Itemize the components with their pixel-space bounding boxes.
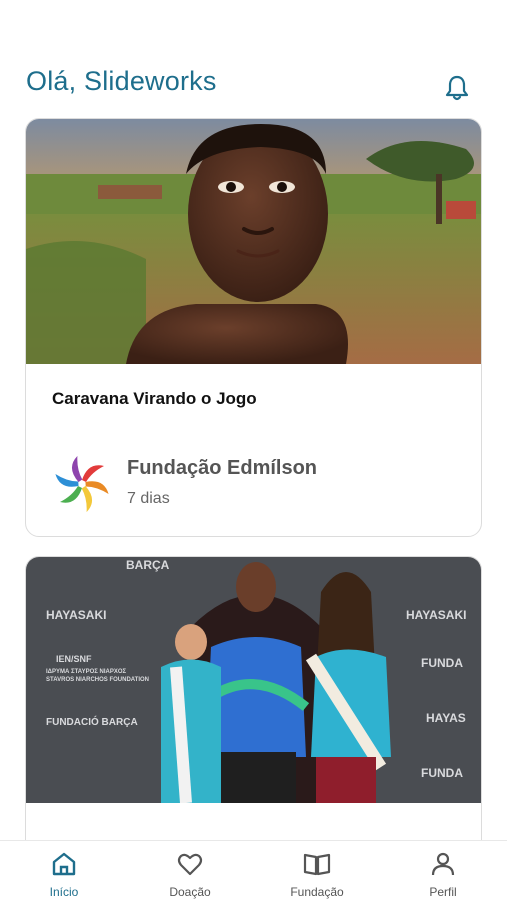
bottom-tab-bar: Início Doação Fundação Perfil (0, 840, 507, 900)
organization-logo (55, 456, 109, 512)
bell-icon[interactable] (444, 74, 470, 102)
header: Olá, Slideworks (0, 0, 507, 112)
greeting-title: Olá, Slideworks (26, 66, 217, 96)
svg-text:FUNDA: FUNDA (421, 766, 463, 780)
backdrop-text: IEN/SNF (56, 654, 92, 664)
tab-doacao[interactable]: Doação (140, 849, 240, 900)
backdrop-text: BARÇA (126, 558, 170, 572)
svg-text:HAYASAKI: HAYASAKI (406, 608, 466, 622)
heart-icon (177, 853, 203, 876)
tab-inicio[interactable]: Início (14, 849, 114, 900)
person-icon (431, 852, 455, 876)
post-time: 7 dias (127, 490, 170, 507)
backdrop-text: FUNDACIÓ BARÇA (46, 715, 138, 728)
organization-name[interactable]: Fundação Edmílson (127, 457, 317, 480)
svg-text:HAYAS: HAYAS (426, 711, 466, 725)
tab-label: Doação (169, 885, 211, 899)
post-card[interactable]: Caravana Virando o Jogo Fundação Edmílso… (25, 118, 482, 537)
tab-label: Fundação (290, 885, 344, 899)
svg-text:FUNDA: FUNDA (421, 656, 463, 670)
book-icon (303, 853, 331, 876)
post-image: BARÇA HAYASAKI FUNDACIÓ BARÇA IEN/SNF ΙΔ… (26, 557, 481, 803)
post-image (26, 119, 481, 364)
tab-fundacao[interactable]: Fundação (267, 849, 367, 900)
post-title[interactable]: Caravana Virando o Jogo (52, 389, 257, 409)
home-icon (52, 852, 76, 876)
backdrop-text: ΙΔΡΥΜΑ ΣΤΑΥΡΟΣ ΝΙΑΡΧΟΣ (46, 669, 127, 675)
tab-label: Perfil (429, 885, 457, 899)
backdrop-text: STAVROS NIARCHOS FOUNDATION (46, 677, 149, 683)
tab-label: Início (49, 885, 79, 899)
feed[interactable]: Caravana Virando o Jogo Fundação Edmílso… (0, 118, 507, 840)
tab-perfil[interactable]: Perfil (393, 849, 493, 900)
backdrop-text: HAYASAKI (46, 608, 106, 622)
post-card[interactable]: BARÇA HAYASAKI FUNDACIÓ BARÇA IEN/SNF ΙΔ… (25, 556, 482, 840)
